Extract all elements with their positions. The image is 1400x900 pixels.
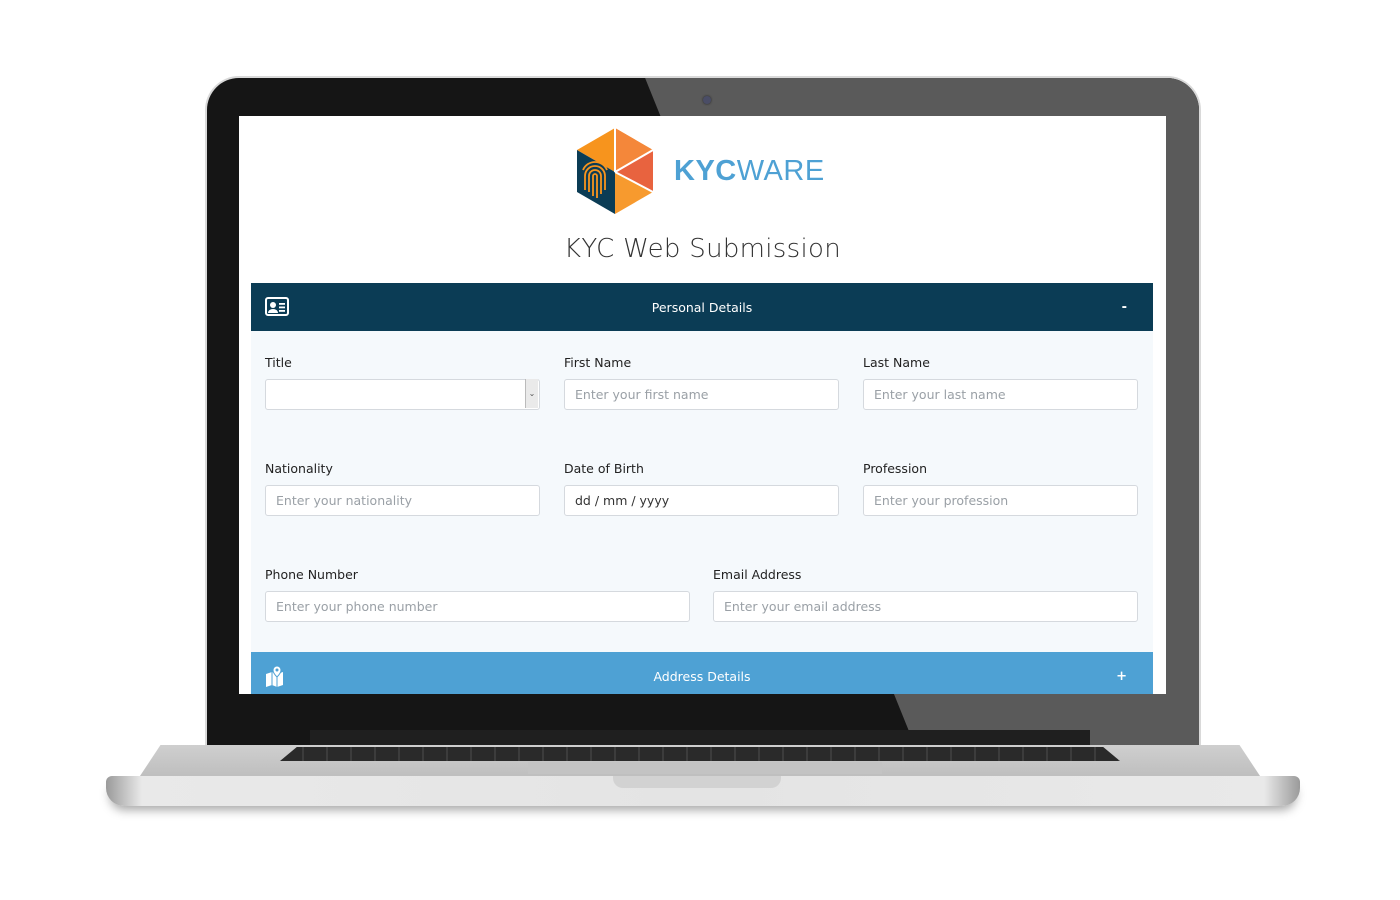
laptop-trackpad — [528, 762, 882, 774]
nationality-input[interactable]: Enter your nationality — [265, 485, 540, 516]
section-title: Address Details — [653, 668, 751, 684]
page-title: KYC Web Submission — [563, 234, 842, 264]
webcam-icon — [703, 96, 711, 104]
laptop-mockup: KYCWARE KYC Web Submission Personal Deta… — [0, 0, 1400, 900]
expand-toggle[interactable]: + — [1116, 669, 1127, 684]
title-select[interactable]: ⌄ — [265, 379, 540, 410]
field-label: First Name — [564, 355, 632, 370]
id-card-icon — [265, 297, 289, 316]
title-field: Title ⌄ — [265, 355, 540, 410]
first-name-input[interactable]: Enter your first name — [564, 379, 839, 410]
first-name-field: First Name Enter your first name — [564, 355, 839, 410]
brand-logo: KYCWARE — [575, 126, 825, 216]
field-label: Date of Birth — [564, 461, 644, 476]
last-name-field: Last Name Enter your last name — [863, 355, 1138, 410]
email-address-input[interactable]: Enter your email address — [713, 591, 1138, 622]
field-label: Last Name — [863, 355, 930, 370]
laptop-base — [106, 776, 1300, 806]
nationality-field: Nationality Enter your nationality — [265, 461, 540, 516]
laptop-keyboard — [280, 747, 1120, 761]
collapse-toggle[interactable]: - — [1122, 300, 1127, 315]
phone-number-field: Phone Number Enter your phone number — [265, 567, 690, 622]
profession-input[interactable]: Enter your profession — [863, 485, 1138, 516]
section-title: Personal Details — [651, 299, 753, 315]
field-label: Profession — [863, 461, 927, 476]
personal-details-form: Title ⌄ First Name Enter your first name… — [251, 331, 1153, 652]
kyc-web-app: KYCWARE KYC Web Submission Personal Deta… — [239, 116, 1166, 694]
last-name-input[interactable]: Enter your last name — [863, 379, 1138, 410]
profession-field: Profession Enter your profession — [863, 461, 1138, 516]
section-header-personal-details[interactable]: Personal Details - — [251, 283, 1153, 331]
date-of-birth-input[interactable]: dd / mm / yyyy — [564, 485, 839, 516]
map-location-icon — [266, 665, 283, 687]
phone-number-input[interactable]: Enter your phone number — [265, 591, 690, 622]
brand-name: KYCWARE — [674, 154, 825, 187]
laptop-notch — [613, 776, 781, 788]
fingerprint-hexagon-icon — [577, 128, 654, 214]
section-header-address-details[interactable]: Address Details + — [251, 652, 1153, 694]
field-label: Title — [265, 355, 292, 370]
field-label: Nationality — [265, 461, 333, 476]
field-label: Email Address — [713, 567, 802, 582]
chevron-down-icon[interactable]: ⌄ — [525, 379, 538, 408]
field-label: Phone Number — [265, 567, 358, 582]
date-of-birth-field: Date of Birth dd / mm / yyyy — [564, 461, 839, 516]
email-address-field: Email Address Enter your email address — [713, 567, 1138, 622]
